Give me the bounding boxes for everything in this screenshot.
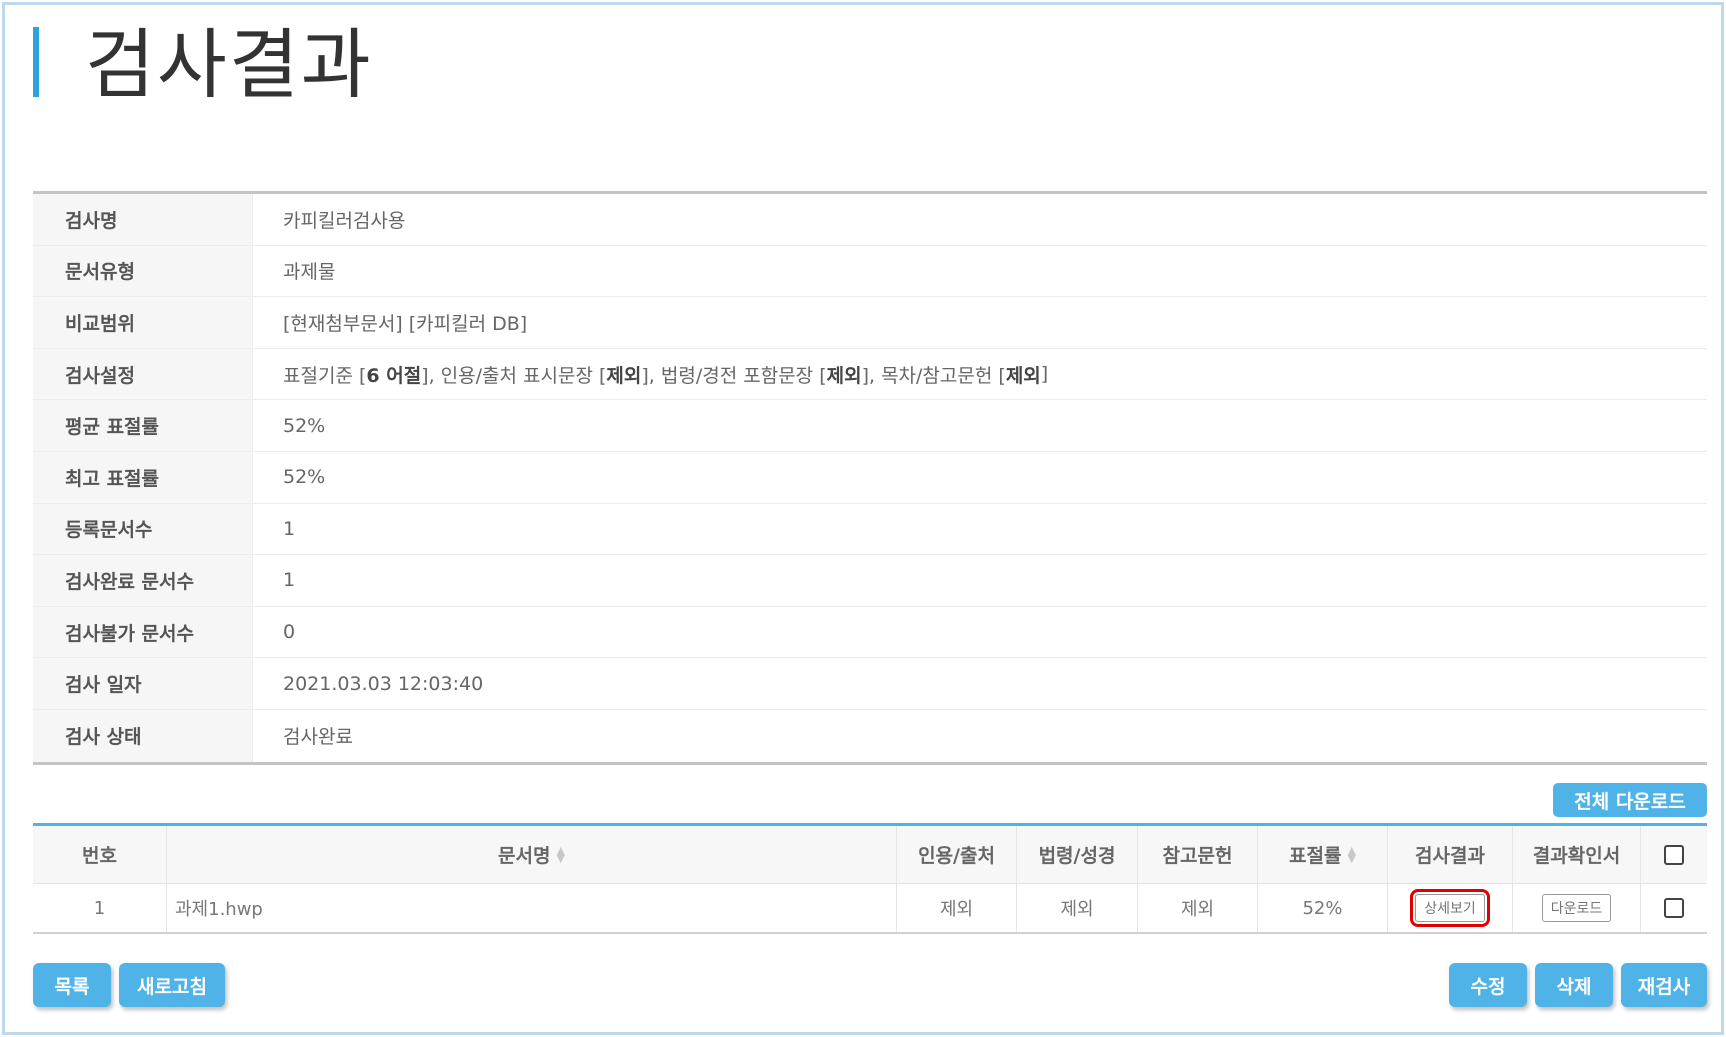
results-header-row: 번호 문서명 ▲ ▼ 인용/출처 법령/성경 참고문헌 표절률 ▲ ▼ 검사결과 결… <box>33 826 1707 884</box>
info-value: 과제물 <box>283 261 336 284</box>
info-value: 1 <box>283 569 296 592</box>
info-value: 0 <box>283 621 296 644</box>
settings-text: ], 인용/출처 표시문장 [ <box>421 364 607 387</box>
settings-text: ], 목차/참고문헌 [ <box>861 364 1006 387</box>
info-row-registered: 등록문서수 1 <box>33 503 1707 556</box>
row-citation: 제외 <box>897 884 1017 932</box>
sort-icon[interactable]: ▲ ▼ <box>1347 845 1355 864</box>
info-label: 검사완료 문서수 <box>33 555 253 606</box>
info-label: 검사설정 <box>33 348 253 400</box>
info-row-failed: 검사불가 문서수 0 <box>33 606 1707 659</box>
info-value: [현재첨부문서] [카피킬러 DB] <box>283 312 528 335</box>
refresh-button[interactable]: 새로고침 <box>119 963 225 1007</box>
info-row-date: 검사 일자 2021.03.03 12:03:40 <box>33 658 1707 710</box>
settings-bold: 6 어절 <box>366 364 422 387</box>
settings-text: ] <box>1040 363 1049 386</box>
header-rate[interactable]: 표절률 ▲ ▼ <box>1258 826 1388 883</box>
info-row-name: 검사명 카피킬러검사용 <box>33 194 1707 246</box>
header-number: 번호 <box>33 826 167 883</box>
certificate-download-button[interactable]: 다운로드 <box>1541 894 1612 922</box>
row-law: 제외 <box>1017 884 1138 932</box>
header-result: 검사결과 <box>1388 826 1513 883</box>
info-row-completed: 검사완료 문서수 1 <box>33 555 1707 607</box>
info-label: 검사 상태 <box>33 709 253 762</box>
header-law: 법령/성경 <box>1017 826 1138 883</box>
row-result: 상세보기 <box>1388 884 1513 932</box>
info-label: 문서유형 <box>33 245 253 297</box>
info-value: 52% <box>283 414 326 437</box>
header-citation: 인용/출처 <box>897 826 1017 883</box>
sort-icon[interactable]: ▲ ▼ <box>556 845 564 864</box>
info-row-max-rate: 최고 표절률 52% <box>33 451 1707 504</box>
delete-button[interactable]: 삭제 <box>1535 963 1613 1007</box>
settings-bold: 제외 <box>606 364 642 387</box>
select-all-checkbox[interactable] <box>1664 844 1684 865</box>
results-table: 번호 문서명 ▲ ▼ 인용/출처 법령/성경 참고문헌 표절률 ▲ ▼ 검사결과 결… <box>33 823 1707 934</box>
settings-bold: 제외 <box>1005 364 1041 387</box>
header-certificate: 결과확인서 <box>1513 826 1641 883</box>
settings-text: 표절기준 [ <box>283 364 367 387</box>
info-label: 평균 표절률 <box>33 400 253 451</box>
row-rate: 52% <box>1258 884 1388 932</box>
info-value: 1 <box>283 517 296 540</box>
info-row-status: 검사 상태 검사완료 <box>33 709 1707 762</box>
info-value: 2021.03.03 12:03:40 <box>283 672 484 695</box>
info-value-settings: 표절기준 [6 어절], 인용/출처 표시문장 [제외], 법령/경전 포함문장… <box>253 349 1707 400</box>
settings-bold: 제외 <box>826 364 862 387</box>
header-rate-label: 표절률 <box>1289 845 1342 867</box>
info-value: 카피킬러검사용 <box>283 209 406 232</box>
info-row-doc-type: 문서유형 과제물 <box>33 245 1707 298</box>
info-label: 검사 일자 <box>33 658 253 709</box>
info-row-scope: 비교범위 [현재첨부문서] [카피킬러 DB] <box>33 297 1707 349</box>
row-doc-name: 과제1.hwp <box>167 884 897 932</box>
title-accent-bar <box>33 27 39 97</box>
row-checkbox[interactable] <box>1664 898 1684 918</box>
info-row-avg-rate: 평균 표절률 52% <box>33 400 1707 452</box>
page-title: 검사결과 <box>85 20 373 109</box>
info-label: 검사명 <box>33 194 253 245</box>
row-select <box>1641 884 1707 932</box>
header-select-all <box>1641 826 1707 883</box>
edit-button[interactable]: 수정 <box>1449 963 1527 1007</box>
settings-text: ], 법령/경전 포함문장 [ <box>641 364 827 387</box>
row-number: 1 <box>33 884 167 932</box>
download-all-button[interactable]: 전체 다운로드 <box>1553 783 1707 817</box>
info-label: 검사불가 문서수 <box>33 606 253 658</box>
page-frame: 검사결과 검사명 카피킬러검사용 문서유형 과제물 비교범위 [현재첨부문서] … <box>2 2 1724 1035</box>
recheck-button[interactable]: 재검사 <box>1621 963 1707 1007</box>
header-doc-name-label: 문서명 <box>498 845 551 867</box>
info-value: 52% <box>283 466 326 489</box>
detail-view-button[interactable]: 상세보기 <box>1410 889 1490 927</box>
header-reference: 참고문헌 <box>1138 826 1258 883</box>
info-row-settings: 검사설정 표절기준 [6 어절], 인용/출처 표시문장 [제외], 법령/경전… <box>33 348 1707 401</box>
list-button[interactable]: 목록 <box>33 963 111 1007</box>
header-doc-name[interactable]: 문서명 ▲ ▼ <box>167 826 897 883</box>
info-value: 검사완료 <box>283 726 353 749</box>
info-label: 비교범위 <box>33 297 253 348</box>
info-label: 등록문서수 <box>33 503 253 555</box>
row-reference: 제외 <box>1138 884 1258 932</box>
inspection-info-table: 검사명 카피킬러검사용 문서유형 과제물 비교범위 [현재첨부문서] [카피킬러… <box>33 191 1707 765</box>
table-row: 1 과제1.hwp 제외 제외 제외 52% 상세보기 다운로드 <box>33 884 1707 932</box>
info-label: 최고 표절률 <box>33 451 253 503</box>
row-certificate: 다운로드 <box>1513 884 1641 932</box>
